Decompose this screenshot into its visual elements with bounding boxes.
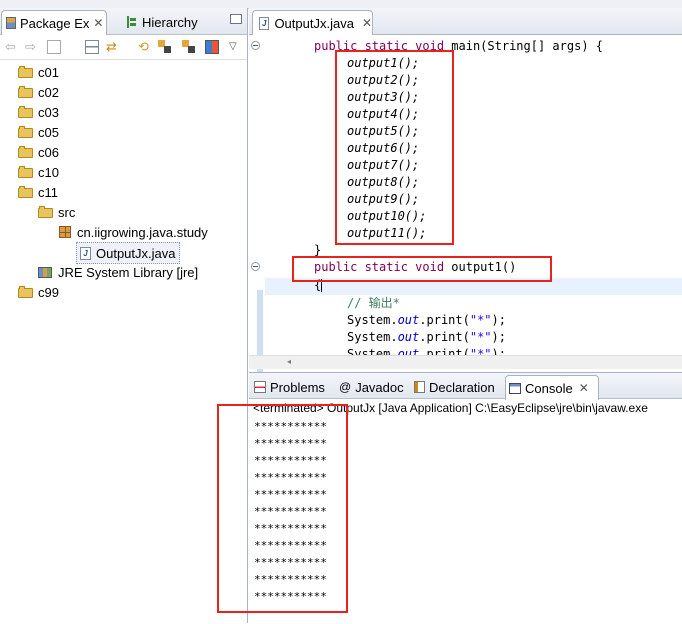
java-file-icon: J <box>80 246 91 260</box>
tree-item-project[interactable]: c05 <box>18 123 59 141</box>
project-folder-icon <box>18 186 33 198</box>
code-line: System.out.print("*"); <box>347 313 506 327</box>
tree-item-project[interactable]: c99 <box>18 283 59 301</box>
package-explorer-panel: Package Ex ✕ Hierarchy ⇦ ⇨ ⇄ ⟲ ▽ c01 c02 <box>0 8 248 623</box>
tree-item-label: c05 <box>38 124 59 140</box>
package-explorer-toolbar: ⇦ ⇨ ⇄ ⟲ ▽ <box>0 35 247 60</box>
filter-icon[interactable] <box>182 40 196 54</box>
tab-label: Hierarchy <box>142 14 198 30</box>
declaration-icon <box>414 381 425 393</box>
project-folder-icon <box>18 126 33 138</box>
tab-label: Javadoc <box>355 379 404 395</box>
back-arrow-icon[interactable]: ⇦ <box>5 40 19 54</box>
fold-toggle-icon[interactable] <box>251 262 260 271</box>
tree-item-label: cn.iigrowing.java.study <box>77 224 208 240</box>
editor-gutter <box>249 35 264 382</box>
tab-declaration[interactable]: Declaration <box>412 375 505 399</box>
project-folder-icon <box>18 106 33 118</box>
code-comment: // 输出* <box>347 296 400 310</box>
at-icon: @ <box>339 380 352 394</box>
code-line: System.out.print("*"); <box>347 347 506 355</box>
package-explorer-icon <box>6 17 16 29</box>
tree-item-java-file-selected[interactable]: J OutputJx.java <box>76 242 180 264</box>
console-tabbar: Problems @ Javadoc Declaration Console ✕ <box>249 373 682 400</box>
code-area[interactable]: public static void main(String[] args) {… <box>265 35 682 355</box>
tab-hierarchy[interactable]: Hierarchy <box>124 10 230 34</box>
tree-item-label: JRE System Library [jre] <box>58 264 199 280</box>
tree-item-label: c10 <box>38 164 59 180</box>
java-editor: J OutputJx.java ✕ public static void mai… <box>249 8 682 382</box>
package-explorer-tabbar: Package Ex ✕ Hierarchy <box>0 8 247 35</box>
tab-label: Package Ex <box>20 15 90 31</box>
tree-item-project[interactable]: c10 <box>18 163 59 181</box>
project-folder-icon <box>18 66 33 78</box>
link-with-editor-icon[interactable]: ⇄ <box>106 40 120 54</box>
tab-javadoc[interactable]: @ Javadoc <box>337 375 409 399</box>
package-icon <box>59 226 71 238</box>
tab-label: OutputJx.java <box>274 15 354 31</box>
library-icon <box>38 266 52 278</box>
project-folder-icon <box>18 286 33 298</box>
tree-item-project[interactable]: c03 <box>18 103 59 121</box>
tab-label: Declaration <box>429 379 495 395</box>
forward-arrow-icon[interactable]: ⇨ <box>25 40 39 54</box>
up-folder-icon[interactable] <box>47 40 61 54</box>
hierarchy-icon <box>127 16 137 28</box>
tree-item-project[interactable]: c02 <box>18 83 59 101</box>
minimize-view-icon[interactable] <box>230 14 242 24</box>
sync-icon[interactable]: ⟲ <box>138 40 152 54</box>
tab-label: Problems <box>270 379 325 395</box>
console-icon <box>509 382 521 394</box>
close-icon[interactable]: ✕ <box>579 381 589 395</box>
annotation-box-method-declaration <box>292 256 552 282</box>
project-folder-icon <box>18 86 33 98</box>
problems-icon <box>254 381 266 393</box>
project-folder-icon <box>18 166 33 178</box>
tree-item-label: c11 <box>38 184 58 200</box>
source-folder-icon <box>38 206 53 218</box>
tab-outputjx-java[interactable]: J OutputJx.java ✕ <box>252 10 373 35</box>
fold-toggle-icon[interactable] <box>251 41 260 50</box>
tree-item-label: c03 <box>38 104 59 120</box>
editor-tabbar: J OutputJx.java ✕ <box>249 8 682 35</box>
annotation-box-console-output <box>217 404 348 613</box>
filter-icon[interactable] <box>158 40 172 54</box>
tree-item-package[interactable]: cn.iigrowing.java.study <box>59 223 208 241</box>
close-icon[interactable]: ✕ <box>362 16 372 30</box>
scroll-left-icon[interactable]: ◂ <box>287 357 291 366</box>
tree-item-source-folder[interactable]: src <box>38 203 75 221</box>
tree-item-library[interactable]: JRE System Library [jre] <box>38 263 198 281</box>
tree-item-label: OutputJx.java <box>96 245 176 261</box>
project-folder-icon <box>18 146 33 158</box>
tree-item-label: c01 <box>38 64 59 80</box>
code-line: System.out.print("*"); <box>347 330 506 344</box>
focus-icon[interactable] <box>205 40 219 54</box>
tree-item-label: c99 <box>38 284 59 300</box>
tab-package-explorer[interactable]: Package Ex ✕ <box>1 10 107 35</box>
tree-item-project[interactable]: c06 <box>18 143 59 161</box>
tree-item-label: src <box>58 204 76 220</box>
tab-console[interactable]: Console ✕ <box>505 375 599 400</box>
tree-item-project[interactable]: c11 <box>18 183 58 201</box>
horizontal-scrollbar[interactable]: ◂ <box>249 355 682 369</box>
tree-item-label: c06 <box>38 144 59 160</box>
tab-label: Console <box>525 380 573 396</box>
tree-item-label: c02 <box>38 84 59 100</box>
close-icon[interactable]: ✕ <box>93 16 103 30</box>
annotation-box-method-calls <box>335 50 454 245</box>
view-menu-chevron-icon[interactable]: ▽ <box>229 40 243 54</box>
java-file-icon: J <box>259 16 270 30</box>
tree-item-project[interactable]: c01 <box>18 63 59 81</box>
collapse-all-icon[interactable] <box>85 40 99 54</box>
tab-problems[interactable]: Problems <box>252 375 332 399</box>
